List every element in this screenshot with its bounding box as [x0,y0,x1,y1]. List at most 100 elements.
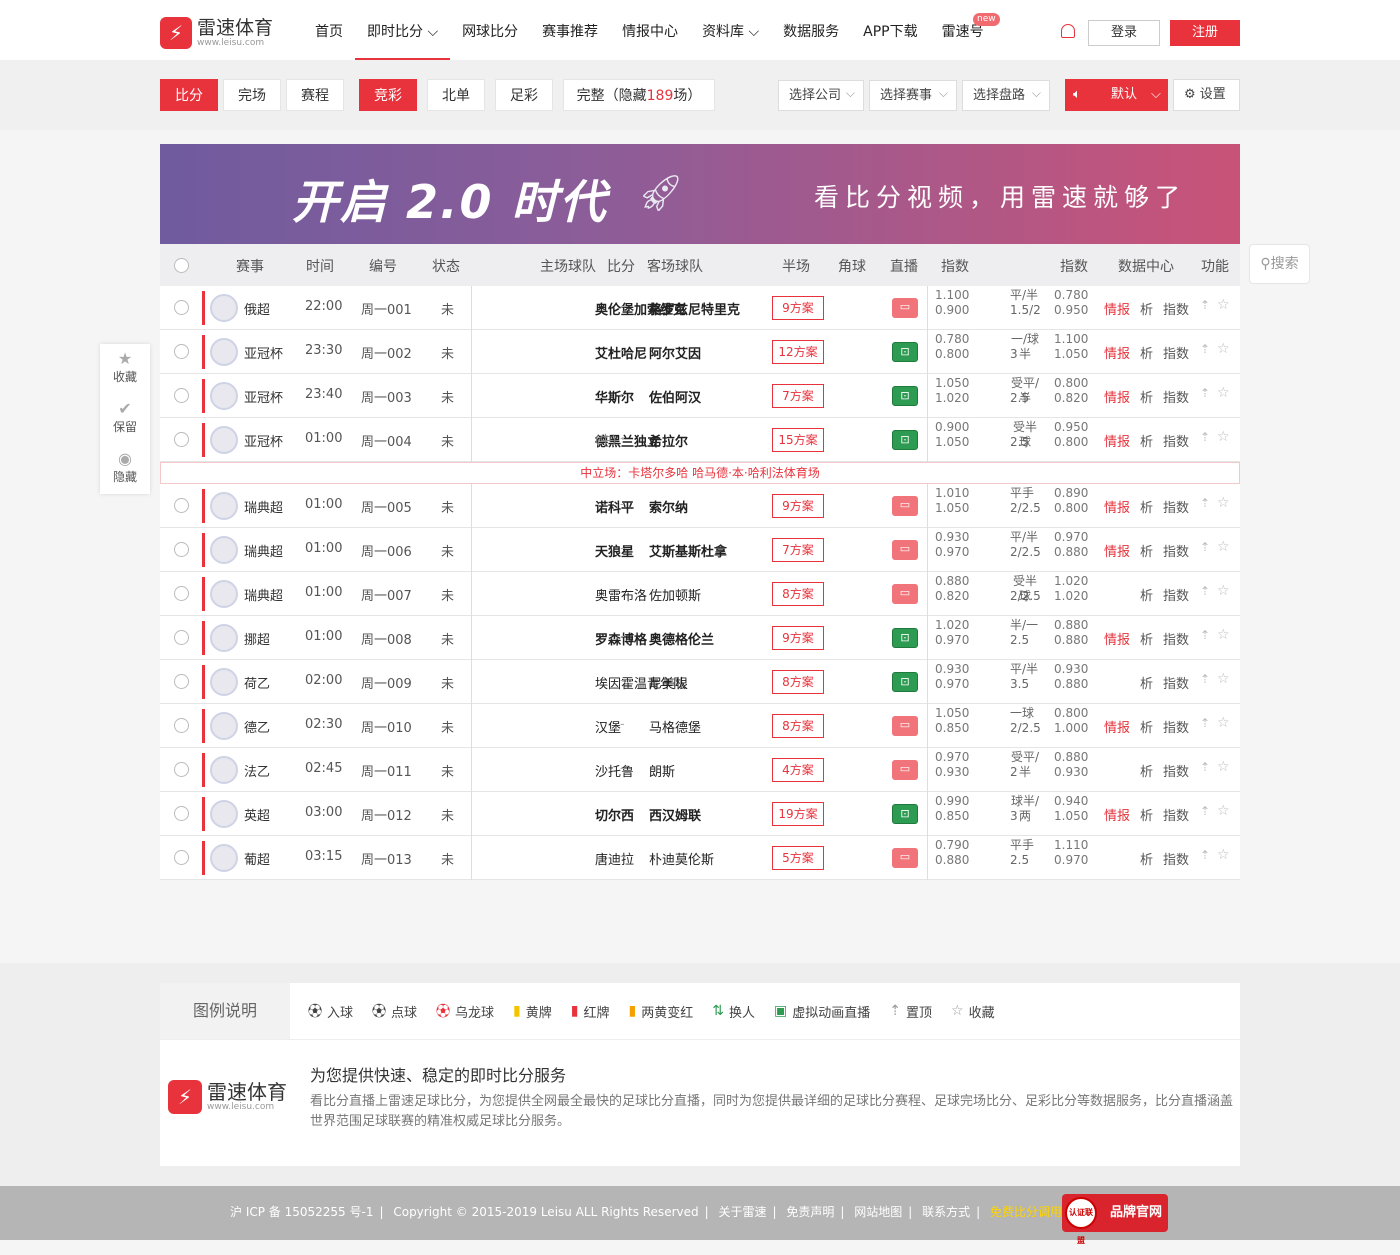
search-button[interactable]: ⚲搜索 [1249,244,1310,284]
tab-beidan[interactable]: 北单 [427,79,485,111]
away-team[interactable]: 艾斯基斯杜拿 [649,541,727,560]
video-live-icon[interactable]: ▭ [892,584,918,604]
league-logo[interactable] [210,382,238,410]
away-team[interactable]: 阿尔艾因 [649,343,701,362]
away-team[interactable]: 尼美根 [649,673,688,692]
star-outline-icon[interactable]: ☆ [1217,583,1230,599]
row-checkbox[interactable] [174,718,189,733]
analysis-link[interactable]: 析 [1140,431,1153,450]
pin-top-icon[interactable]: ⇡ [1200,342,1210,356]
pin-top-icon[interactable]: ⇡ [1200,716,1210,730]
intel-link[interactable]: 情报 [1104,497,1130,516]
away-team[interactable]: 奥德格伦兰 [649,629,714,648]
nav-data-service[interactable]: 数据服务 [771,0,851,60]
analysis-link[interactable]: 析 [1140,343,1153,362]
star-outline-icon[interactable]: ☆ [1217,495,1230,511]
plan-button[interactable]: 9方案 [772,494,824,518]
analysis-link[interactable]: 析 [1140,717,1153,736]
odds-index-link[interactable]: 指数 [1163,585,1189,604]
league-logo[interactable] [210,624,238,652]
nav-recommend[interactable]: 赛事推荐 [530,0,610,60]
footer-link-sitemap[interactable]: 网站地图 [854,1205,902,1219]
league-logo[interactable] [210,294,238,322]
select-line[interactable]: 选择盘路 [962,79,1050,111]
select-match[interactable]: 选择赛事 [869,79,957,111]
row-checkbox[interactable] [174,388,189,403]
pin-top-icon[interactable]: ⇡ [1200,298,1210,312]
row-checkbox[interactable] [174,850,189,865]
intel-link[interactable]: 情报 [1104,431,1130,450]
odds-index-link[interactable]: 指数 [1163,431,1189,450]
analysis-link[interactable]: 析 [1140,629,1153,648]
nav-home[interactable]: 首页 [303,0,355,60]
pin-top-icon[interactable]: ⇡ [1200,672,1210,686]
login-button[interactable]: 登录 [1088,20,1160,46]
plan-button[interactable]: 15方案 [772,428,824,452]
plan-button[interactable]: 8方案 [772,670,824,694]
plan-button[interactable]: 9方案 [772,626,824,650]
away-team[interactable]: 西汉姆联 [649,805,701,824]
away-team[interactable]: 佐伯阿汉 [649,387,701,406]
intel-link[interactable]: 情报 [1104,387,1130,406]
plan-button[interactable]: 8方案 [772,582,824,606]
promo-banner[interactable]: 开启 2.0 时代 🚀︎ 看比分视频，用雷速就够了 [160,144,1240,244]
league-name[interactable]: 挪超 [244,629,270,648]
odds-index-link[interactable]: 指数 [1163,299,1189,318]
pitch-animation-icon[interactable]: ⊡ [892,628,918,648]
nav-tennis[interactable]: 网球比分 [450,0,530,60]
league-name[interactable]: 德乙 [244,717,270,736]
analysis-link[interactable]: 析 [1140,849,1153,868]
footer-link-about[interactable]: 关于雷速 [718,1205,766,1219]
star-outline-icon[interactable]: ☆ [1217,671,1230,687]
sound-default-button[interactable]: 🔈︎ 默认 ⌵ [1065,79,1168,111]
row-checkbox[interactable] [174,498,189,513]
odds-index-link[interactable]: 指数 [1163,629,1189,648]
nav-leisu-account[interactable]: 雷速号 new [930,0,1000,60]
league-logo[interactable] [210,492,238,520]
plan-button[interactable]: 4方案 [772,758,824,782]
row-checkbox[interactable] [174,344,189,359]
intel-link[interactable]: 情报 [1104,343,1130,362]
odds-index-link[interactable]: 指数 [1163,387,1189,406]
nav-intel[interactable]: 情报中心 [610,0,690,60]
row-checkbox[interactable] [174,630,189,645]
odds-index-link[interactable]: 指数 [1163,717,1189,736]
analysis-link[interactable]: 析 [1140,761,1153,780]
plan-button[interactable]: 5方案 [772,846,824,870]
star-outline-icon[interactable]: ☆ [1217,759,1230,775]
nav-database[interactable]: 资料库 ⌵ [690,0,771,60]
league-logo[interactable] [210,668,238,696]
league-logo[interactable] [210,712,238,740]
league-logo[interactable] [210,800,238,828]
plan-button[interactable]: 7方案 [772,538,824,562]
intel-link[interactable]: 情报 [1104,541,1130,560]
star-outline-icon[interactable]: ☆ [1217,385,1230,401]
league-name[interactable]: 瑞典超 [244,541,283,560]
pin-top-icon[interactable]: ⇡ [1200,804,1210,818]
footer-link-contact[interactable]: 联系方式 [922,1205,970,1219]
league-logo[interactable] [210,426,238,454]
analysis-link[interactable]: 析 [1140,299,1153,318]
pin-top-icon[interactable]: ⇡ [1200,430,1210,444]
away-team[interactable]: 马格德堡 [649,717,701,736]
video-live-icon[interactable]: ▭ [892,298,918,318]
video-live-icon[interactable]: ▭ [892,716,918,736]
video-live-icon[interactable]: ▭ [892,540,918,560]
star-outline-icon[interactable]: ☆ [1217,429,1230,445]
analysis-link[interactable]: 析 [1140,673,1153,692]
side-keep-button[interactable]: ✔ 保留 [100,394,150,444]
league-name[interactable]: 俄超 [244,299,270,318]
row-checkbox[interactable] [174,674,189,689]
away-team[interactable]: 格罗兹尼特里克 [649,299,740,318]
pitch-animation-icon[interactable]: ⊡ [892,672,918,692]
odds-index-link[interactable]: 指数 [1163,673,1189,692]
league-logo[interactable] [210,338,238,366]
footer-link-disclaimer[interactable]: 免责声明 [786,1205,834,1219]
tab-score[interactable]: 比分 [160,79,218,111]
pitch-animation-icon[interactable]: ⊡ [892,386,918,406]
star-outline-icon[interactable]: ☆ [1217,715,1230,731]
league-name[interactable]: 瑞典超 [244,585,283,604]
row-checkbox[interactable] [174,542,189,557]
site-logo[interactable]: ⚡ 雷速体育 www.leisu.com [160,17,273,49]
pitch-animation-icon[interactable]: ⊡ [892,342,918,362]
